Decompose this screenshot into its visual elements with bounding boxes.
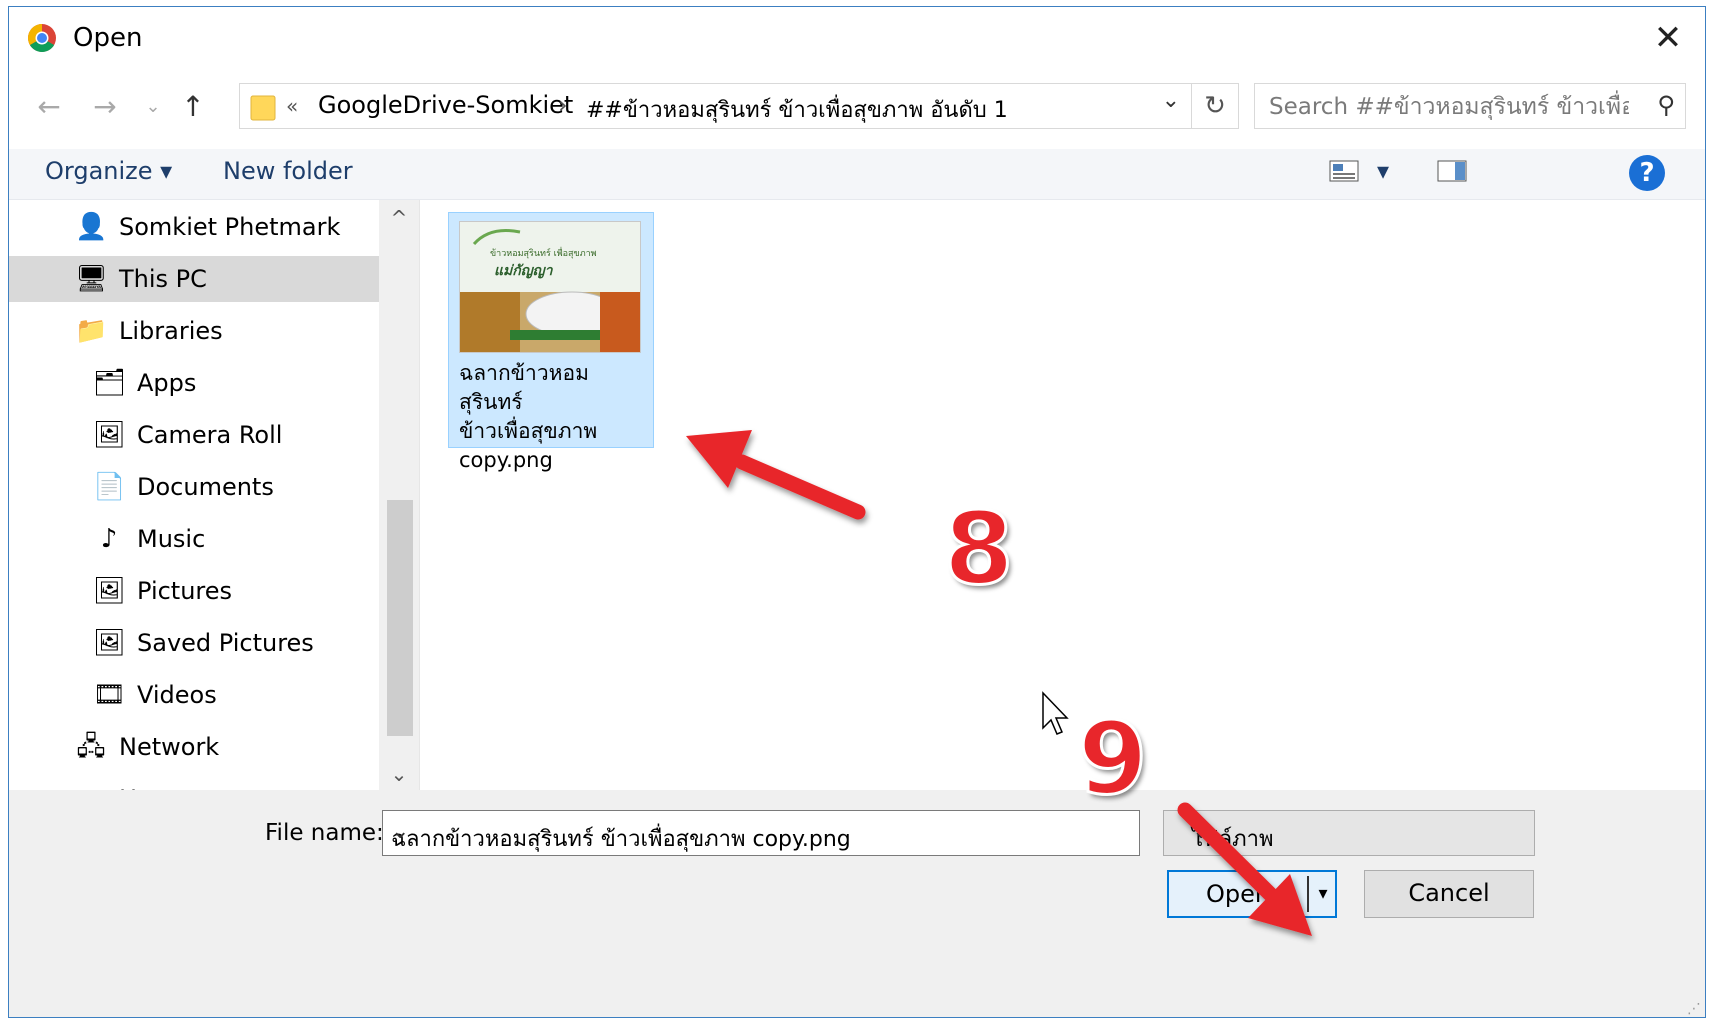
window-title: Open (73, 23, 143, 53)
sidebar-item-saved-pictures[interactable]: 🖼 Saved Pictures (9, 620, 379, 666)
file-list: ข้าวหอมสุรินทร์ เพื่อสุขภาพ แม่กัญญา ฉลา… (420, 200, 1705, 790)
sidebar-item-pictures[interactable]: 🖼 Pictures (9, 568, 379, 614)
chevron-down-icon: ⌄ (145, 96, 161, 117)
search-input[interactable] (1267, 90, 1631, 124)
computer-icon: 🖥 (75, 264, 109, 294)
sidebar-item-label: Videos (137, 681, 217, 709)
change-view-icon[interactable] (1329, 159, 1359, 183)
sidebar-item-label: Pictures (137, 577, 233, 605)
recent-locations-button[interactable]: ⌄ (133, 87, 173, 127)
sidebar-item-documents[interactable]: 📄 Documents (9, 464, 379, 510)
sidebar-item-label: Camera Roll (137, 421, 283, 449)
thumbnail-brand: แม่กัญญา (494, 263, 553, 279)
file-type-select[interactable]: ไฟล์ภาพ ⌄ (1163, 810, 1535, 856)
sidebar-item-label: Music (137, 525, 206, 553)
chevron-down-icon[interactable]: ⌄ (1192, 819, 1524, 844)
open-dialog: Open ✕ ← → ⌄ ↑ « GoogleDrive-Somkiet › #… (8, 6, 1706, 1018)
sidebar-item-homegroup[interactable]: ⚫Homegroup (9, 776, 379, 790)
folder-icon (250, 95, 276, 121)
scroll-down-icon[interactable]: ⌄ (379, 762, 419, 786)
file-name-line: ฉลากข้าวหอมสุรินทร์ (459, 361, 589, 414)
up-arrow-icon: ↑ (181, 90, 205, 123)
videos-icon: 🎞 (93, 680, 127, 710)
refresh-button[interactable]: ↻ (1191, 84, 1238, 128)
up-button[interactable]: ↑ (173, 87, 213, 127)
chrome-logo-icon (28, 24, 56, 52)
sidebar-item-label: Apps (137, 369, 197, 397)
step-number-8: 8 (943, 489, 1016, 609)
breadcrumb-item-current-folder[interactable]: ##ข้าวหอมสุรินทร์ ข้าวเพื่อสุขภาพ อันดับ… (586, 92, 1008, 127)
forward-arrow-icon: → (93, 90, 117, 123)
forward-button[interactable]: → (85, 87, 125, 127)
documents-icon: 📄 (93, 472, 126, 502)
sidebar-item-somkiet-phetmark[interactable]: 👤 Somkiet Phetmark (9, 204, 379, 250)
refresh-icon: ↻ (1204, 91, 1226, 121)
open-options-dropdown-icon[interactable]: ▾ (1311, 872, 1335, 916)
sidebar-item-label: Documents (137, 473, 274, 501)
sidebar-item-camera-roll[interactable]: 🖼 Camera Roll (9, 412, 379, 458)
help-icon: ? (1639, 158, 1655, 188)
saved-pictures-icon: 🖼 (93, 628, 127, 658)
homegroup-icon: ⚫ (75, 783, 107, 790)
file-thumbnail: ข้าวหอมสุรินทร์ เพื่อสุขภาพ แม่กัญญา (459, 221, 641, 353)
navigation-bar: ← → ⌄ ↑ « GoogleDrive-Somkiet › ##ข้าวหอ… (9, 83, 1705, 135)
sidebar-item-label: Saved Pictures (137, 629, 314, 657)
scroll-up-icon[interactable]: ^ (379, 206, 419, 230)
title-bar: Open ✕ (9, 7, 1705, 69)
chevron-down-icon[interactable]: ⌄ (391, 819, 1129, 844)
sidebar-item-label: This PC (119, 265, 207, 293)
help-button[interactable]: ? (1629, 155, 1665, 191)
file-name-combobox[interactable]: ฉลากข้าวหอมสุรินทร์ ข้าวเพื่อสุขภาพ copy… (382, 810, 1140, 856)
split-divider (1307, 876, 1309, 912)
rice-label-thumbnail-image (460, 222, 640, 352)
close-icon: ✕ (1653, 18, 1683, 58)
organize-menu[interactable]: Organize ▾ (45, 157, 172, 185)
file-name-line: copy.png (459, 448, 553, 472)
music-icon: ♪ (100, 524, 118, 554)
sidebar-item-label: Somkiet Phetmark (119, 213, 341, 241)
sidebar-item-label: Network (119, 733, 220, 761)
network-icon: 🖧 (76, 732, 106, 762)
apps-icon: 🗂 (93, 368, 127, 398)
sidebar-item-videos[interactable]: 🎞 Videos (9, 672, 379, 718)
view-options-dropdown[interactable]: ▾ (1377, 157, 1389, 185)
sidebar-item-apps[interactable]: 🗂 Apps (9, 360, 379, 406)
sidebar-item-music[interactable]: ♪ Music (9, 516, 379, 562)
file-name-label: ฉลากข้าวหอมสุรินทร์ ข้าวเพื่อสุขภาพ copy… (459, 359, 649, 475)
search-icon[interactable]: ⚲ (1657, 91, 1675, 119)
file-name-label: File name: (265, 820, 384, 846)
file-name-line: ข้าวเพื่อสุขภาพ (459, 419, 598, 443)
sidebar-item-label: Libraries (119, 317, 223, 345)
new-folder-button[interactable]: New folder (223, 157, 353, 185)
dialog-footer: File name: ฉลากข้าวหอมสุรินทร์ ข้าวเพื่อ… (9, 790, 1705, 1017)
address-bar[interactable]: « GoogleDrive-Somkiet › ##ข้าวหอมสุรินทร… (239, 83, 1239, 129)
back-arrow-icon: ← (37, 90, 61, 123)
step-number-9: 9 (1077, 699, 1150, 819)
back-button[interactable]: ← (29, 87, 69, 127)
cancel-button[interactable]: Cancel (1364, 870, 1534, 918)
camera-roll-icon: 🖼 (93, 420, 127, 450)
command-toolbar: Organize ▾ New folder ▾ ? (9, 149, 1705, 200)
breadcrumb-item-googledrive[interactable]: GoogleDrive-Somkiet (318, 91, 573, 119)
open-button-label: Open (1205, 880, 1271, 908)
sidebar-item-this-pc[interactable]: 🖥 This PC (9, 256, 379, 302)
address-dropdown-icon[interactable]: ⌄ (1162, 88, 1180, 113)
navigation-pane: 📁iCanWin10⚫Homegroup🖧Network🎞Videos🖼Save… (9, 200, 420, 790)
libraries-icon: 📁 (75, 316, 108, 346)
scrollbar-thumb[interactable] (387, 500, 413, 736)
breadcrumb-overflow[interactable]: « (286, 94, 298, 118)
pictures-icon: 🖼 (93, 576, 127, 606)
search-box[interactable]: ⚲ (1254, 83, 1686, 129)
resize-grip-icon[interactable]: ⋰ (1687, 1001, 1701, 1017)
sidebar-item-network[interactable]: 🖧 Network (9, 724, 379, 770)
sidebar-item-libraries[interactable]: 📁 Libraries (9, 308, 379, 354)
file-item[interactable]: ข้าวหอมสุรินทร์ เพื่อสุขภาพ แม่กัญญา ฉลา… (448, 212, 654, 472)
user-icon: 👤 (75, 212, 108, 242)
close-button[interactable]: ✕ (1645, 15, 1691, 61)
navigation-pane-scrollbar[interactable]: ^ ⌄ (379, 200, 419, 790)
preview-pane-icon[interactable] (1437, 159, 1467, 183)
open-button[interactable]: Open ▾ (1167, 870, 1337, 918)
breadcrumb-separator: › (558, 91, 568, 119)
thumbnail-caption: ข้าวหอมสุรินทร์ เพื่อสุขภาพ (490, 249, 597, 259)
